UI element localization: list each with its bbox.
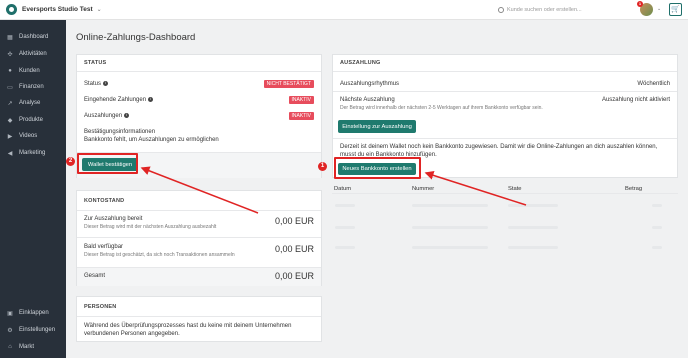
sidebar-item-label: Einklappen [19, 310, 49, 316]
studio-name[interactable]: Eversports Studio Test [22, 6, 93, 13]
divider [333, 138, 677, 139]
placeholder-cell [412, 226, 488, 229]
payout-settings-button[interactable]: Einstellung zur Auszahlung [338, 120, 416, 133]
search-icon [498, 6, 504, 13]
status-heading: STATUS [77, 55, 321, 72]
ready-value: 0,00 EUR [274, 216, 314, 226]
persons-heading: PERSONEN [77, 297, 321, 317]
sidebar-item-marketing[interactable]: ◀ Marketing [0, 147, 66, 159]
payout-heading: AUSZAHLUNG [333, 55, 677, 72]
store-icon: ⌂ [8, 344, 12, 350]
sidebar-item-finanzen[interactable]: ▭ Finanzen [0, 81, 66, 93]
persons-card: PERSONEN Während des Überprüfungsprozess… [76, 296, 322, 342]
highlight-box-confirm-wallet [77, 153, 138, 174]
dashboard-icon: ▦ [7, 34, 13, 41]
payouts-label: Auszahlungen [84, 113, 123, 120]
customer-search-input[interactable]: Kunde suchen oder erstellen... [498, 4, 618, 15]
sidebar-item-label: Marketing [19, 150, 46, 156]
finance-icon: ▭ [7, 84, 13, 91]
placeholder-cell [508, 226, 558, 229]
payout-rhythm-value: Wöchentlich [637, 81, 670, 87]
sidebar-item-label: Kunden [19, 68, 40, 74]
placeholder-cell [412, 204, 488, 207]
sidebar-item-analyse[interactable]: ↗ Analyse [0, 97, 66, 109]
sidebar-item-einstellungen[interactable]: ⚙ Einstellungen [0, 324, 66, 336]
megaphone-icon: ◀ [7, 150, 13, 157]
sidebar-item-label: Markt [19, 344, 34, 350]
placeholder-cell [652, 246, 662, 249]
sidebar-item-markt[interactable]: ⌂ Markt [0, 341, 66, 353]
cart-icon[interactable]: 🛒 [669, 3, 682, 16]
tag-icon: ◆ [7, 117, 13, 124]
status-label: Status [84, 81, 102, 88]
sidebar-item-videos[interactable]: ▶ Videos [0, 130, 66, 142]
page-title: Online-Zahlungs-Dashboard [76, 32, 196, 43]
sidebar-item-label: Finanzen [19, 84, 44, 90]
column-header-datum[interactable]: Datum [334, 186, 351, 192]
highlight-box-create-bank-account [334, 157, 421, 179]
total-value: 0,00 EUR [274, 271, 314, 281]
notification-badge: 1 [637, 1, 643, 7]
placeholder-cell [508, 246, 558, 249]
persons-text: Während des Überprüfungsprozesses hast d… [84, 323, 292, 337]
chevron-down-icon[interactable]: ⌄ [97, 6, 102, 13]
verification-info-title: Bestätigungsinformationen [84, 129, 156, 135]
sidebar-item-produkte[interactable]: ◆ Produkte [0, 114, 66, 126]
sidebar-item-label: Einstellungen [19, 327, 56, 333]
placeholder-cell [335, 226, 355, 229]
placeholder-cell [652, 204, 662, 207]
video-icon: ▶ [7, 133, 13, 140]
sidebar-item-label: Aktivitäten [19, 51, 47, 57]
soon-value: 0,00 EUR [274, 244, 314, 254]
sidebar: ▦ Dashboard ✣ Aktivitäten ● Kunden ▭ Finanze… [0, 20, 66, 358]
placeholder-cell [508, 204, 558, 207]
column-header-state[interactable]: State [508, 186, 522, 192]
info-icon[interactable]: i [148, 97, 154, 102]
balance-heading: KONTOSTAND [77, 191, 321, 211]
sidebar-item-label: Produkte [19, 117, 44, 123]
incoming-payments-row: Eingehende Zahlungen i [84, 97, 314, 103]
divider [332, 193, 678, 194]
verification-info-text: Bankkonto fehlt, um Auszahlungen zu ermö… [84, 137, 219, 143]
eversports-logo-icon[interactable] [6, 4, 17, 15]
sidebar-item-aktivitaeten[interactable]: ✣ Aktivitäten [0, 48, 66, 60]
placeholder-cell [412, 246, 488, 249]
status-badge: NICHT BESTÄTIGT [263, 80, 314, 88]
sidebar-item-label: Videos [19, 133, 38, 139]
info-icon[interactable]: i [124, 113, 130, 118]
placeholder-cell [652, 226, 662, 229]
chevron-down-icon[interactable]: ⌄ [657, 6, 661, 12]
sidebar-item-label: Analyse [19, 100, 41, 106]
info-icon[interactable]: i [103, 81, 109, 86]
divider [77, 237, 321, 238]
incoming-payments-label: Eingehende Zahlungen [84, 97, 147, 104]
gear-icon: ⚙ [7, 327, 13, 334]
sidebar-item-einklappen[interactable]: ▣ Einklappen [0, 307, 66, 319]
placeholder-cell [335, 204, 355, 207]
sidebar-item-kunden[interactable]: ● Kunden [0, 65, 66, 77]
column-header-nummer[interactable]: Nummer [412, 186, 434, 192]
collapse-icon: ▣ [7, 310, 13, 317]
divider [333, 91, 677, 92]
payouts-badge: INAKTIV [288, 112, 314, 120]
user-icon: ● [8, 68, 12, 74]
chart-icon: ↗ [7, 100, 13, 107]
payout-rhythm-label: Auszahlungsrhythmus [340, 81, 400, 87]
balance-card: KONTOSTAND Zur Auszahlung bereit Dieser … [76, 190, 322, 286]
step-number-badge: 2 [66, 157, 75, 166]
sidebar-item-dashboard[interactable]: ▦ Dashboard [0, 31, 66, 43]
next-payout-sub: Der Betrag wird innerhalb der nächsten 2… [340, 105, 543, 111]
activity-icon: ✣ [7, 51, 13, 58]
column-header-betrag[interactable]: Betrag [625, 186, 642, 192]
placeholder-cell [335, 246, 355, 249]
search-placeholder: Kunde suchen oder erstellen... [507, 6, 582, 13]
incoming-payments-badge: INAKTIV [288, 96, 314, 104]
next-payout-value: Auszahlung nicht aktiviert [601, 97, 670, 103]
sidebar-item-label: Dashboard [19, 34, 49, 40]
payouts-row: Auszahlungen i [84, 113, 314, 119]
step-number-badge: 1 [318, 162, 327, 171]
